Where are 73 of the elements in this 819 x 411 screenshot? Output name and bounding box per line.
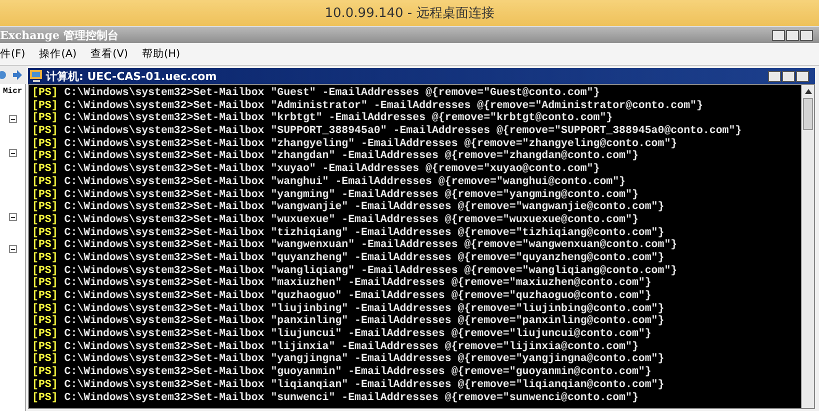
prompt-tag: [PS] xyxy=(32,340,58,354)
command-text: C:\Windows\system32>Set-Mailbox "wangliqiang" -EmailAddresses @{remove="wangliqiang@conto.com"} xyxy=(63,264,678,277)
command-text: C:\Windows\system32>Set-Mailbox "lijinxia" -EmailAddresses @{remove="lijinxia@conto.com"} xyxy=(63,340,638,353)
maximize-button[interactable] xyxy=(786,30,799,40)
close-button[interactable] xyxy=(800,30,813,40)
command-text: C:\Windows\system32>Set-Mailbox "quzhaoguo" -EmailAddresses @{remove="quzhaoguo@conto.com"} xyxy=(63,290,652,303)
menu-item[interactable]: 查看(V) xyxy=(90,45,128,63)
command-text: C:\Windows\system32>Set-Mailbox "guoyanmin" -EmailAddresses @{remove="guoyanmin@conto.com"} xyxy=(63,366,652,379)
prompt-tag: [PS] xyxy=(32,252,58,265)
command-text: C:\Windows\system32>Set-Mailbox "wanghui" -EmailAddresses @{remove="wanghui@conto.com"} xyxy=(63,176,626,188)
command-text: C:\Windows\system32>Set-Mailbox "zhangyeling" -EmailAddresses @{remove="zhangyeling@conto.com"} xyxy=(63,138,678,150)
command-text: C:\Windows\system32>Set-Mailbox "wangwenxuan" -EmailAddresses @{remove="wangwenxuan@conto.com"} xyxy=(63,239,678,252)
command-text: C:\Windows\system32>Set-Mailbox "liqianqian" -EmailAddresses @{remove="liqianqian@conto.com"} xyxy=(63,378,664,392)
menu-item[interactable]: 操作(A) xyxy=(39,45,77,63)
command-text: C:\Windows\system32>Set-Mailbox "panxinling" -EmailAddresses @{remove="panxinling@conto.com"} xyxy=(63,315,664,328)
prompt-tag: [PS] xyxy=(32,214,58,227)
scroll-up-icon[interactable] xyxy=(804,88,812,94)
prompt-tag: [PS] xyxy=(32,392,58,404)
command-text: C:\Windows\system32>Set-Mailbox "zhangdan" -EmailAddresses @{remove="zhangdan@conto.com"} xyxy=(63,150,638,163)
scroll-thumb[interactable] xyxy=(803,98,813,130)
prompt-tag: [PS] xyxy=(32,112,58,126)
window-title: 10.0.99.140 - 远程桌面连接 xyxy=(324,5,494,22)
prompt-tag: [PS] xyxy=(32,277,58,290)
menu-item[interactable]: 件(F) xyxy=(0,45,26,63)
prompt-tag: [PS] xyxy=(32,353,58,366)
prompt-tag: [PS] xyxy=(32,290,58,303)
window-title: 计算机: UEC-CAS-01.uec.com xyxy=(46,68,217,84)
prompt-tag: [PS] xyxy=(32,176,58,188)
prompt-tag: [PS] xyxy=(32,239,58,252)
prompt-tag: [PS] xyxy=(32,125,58,138)
prompt-tag: [PS] xyxy=(32,315,58,328)
command-text: C:\Windows\system32>Set-Mailbox "krbtgt" -EmailAddresses @{remove="krbtgt@conto.com"} xyxy=(63,112,613,125)
collapse-icon[interactable] xyxy=(9,115,17,123)
close-button[interactable] xyxy=(796,70,809,82)
collapse-icon[interactable] xyxy=(9,213,17,221)
minimize-button[interactable] xyxy=(772,30,785,40)
command-text: C:\Windows\system32>Set-Mailbox "yangming" -EmailAddresses @{remove="yangming@conto.com"} xyxy=(63,188,638,201)
command-text: C:\Windows\system32>Set-Mailbox "Guest" -EmailAddresses @{remove="Guest@conto.com"} xyxy=(63,87,600,100)
minimize-button[interactable] xyxy=(768,70,781,82)
prompt-tag: [PS] xyxy=(32,150,58,164)
prompt-tag: [PS] xyxy=(32,100,58,112)
prompt-tag: [PS] xyxy=(32,328,58,341)
tree-item[interactable]: Micr xyxy=(0,87,25,99)
command-text: C:\Windows\system32>Set-Mailbox "sunwenci" -EmailAddresses @{remove="sunwenci@conto.com"} xyxy=(63,392,638,404)
prompt-tag: [PS] xyxy=(32,366,58,379)
prompt-tag: [PS] xyxy=(32,138,58,150)
prompt-tag: [PS] xyxy=(32,302,58,316)
command-text: C:\Windows\system32>Set-Mailbox "liujinbing" -EmailAddresses @{remove="liujinbing@conto.com"} xyxy=(63,302,664,315)
command-text: C:\Windows\system32>Set-Mailbox "quyanzheng" -EmailAddresses @{remove="quyanzheng@conto.com"} xyxy=(63,252,664,265)
prompt-tag: [PS] xyxy=(32,188,58,202)
command-text: C:\Windows\system32>Set-Mailbox "yangjingna" -EmailAddresses @{remove="yangjingna@conto.com"} xyxy=(63,353,664,366)
prompt-tag: [PS] xyxy=(32,226,58,240)
prompt-tag: [PS] xyxy=(32,264,58,278)
command-text: C:\Windows\system32>Set-Mailbox "SUPPORT_388945a0" -EmailAddresses @{remove="SUPPORT_388945a0@conto.com"} xyxy=(63,125,742,138)
collapse-icon[interactable] xyxy=(9,149,17,157)
menu-item[interactable]: 帮助(H) xyxy=(142,45,180,63)
command-text: C:\Windows\system32>Set-Mailbox "wuxuexue" -EmailAddresses @{remove="wuxuexue@conto.com"} xyxy=(63,214,638,227)
prompt-tag: [PS] xyxy=(32,378,58,392)
window-title: Exchange 管理控制台 xyxy=(0,28,118,42)
command-text: C:\Windows\system32>Set-Mailbox "Administrator" -EmailAddresses @{remove="Administrator@conto.com"} xyxy=(63,100,703,112)
computer-icon xyxy=(30,70,43,82)
command-text: C:\Windows\system32>Set-Mailbox "maxiuzhen" -EmailAddresses @{remove="maxiuzhen@conto.com"} xyxy=(63,277,652,290)
command-text: C:\Windows\system32>Set-Mailbox "xuyao" -EmailAddresses @{remove="xuyao@conto.com"} xyxy=(63,163,600,176)
command-text: C:\Windows\system32>Set-Mailbox "tizhiqiang" -EmailAddresses @{remove="tizhiqiang@conto.com"} xyxy=(63,226,664,239)
forward-arrow-icon[interactable] xyxy=(12,70,22,80)
prompt-tag: [PS] xyxy=(32,163,58,176)
prompt-tag: [PS] xyxy=(32,201,58,214)
command-text: C:\Windows\system32>Set-Mailbox "wangwanjie" -EmailAddresses @{remove="wangwanjie@conto.com"} xyxy=(63,201,664,214)
prompt-tag: [PS] xyxy=(32,87,58,100)
maximize-button[interactable] xyxy=(782,70,795,82)
command-text: C:\Windows\system32>Set-Mailbox "liujuncui" -EmailAddresses @{remove="liujuncui@conto.com"} xyxy=(63,328,652,341)
scrollbar[interactable] xyxy=(801,85,814,408)
collapse-icon[interactable] xyxy=(9,245,17,253)
